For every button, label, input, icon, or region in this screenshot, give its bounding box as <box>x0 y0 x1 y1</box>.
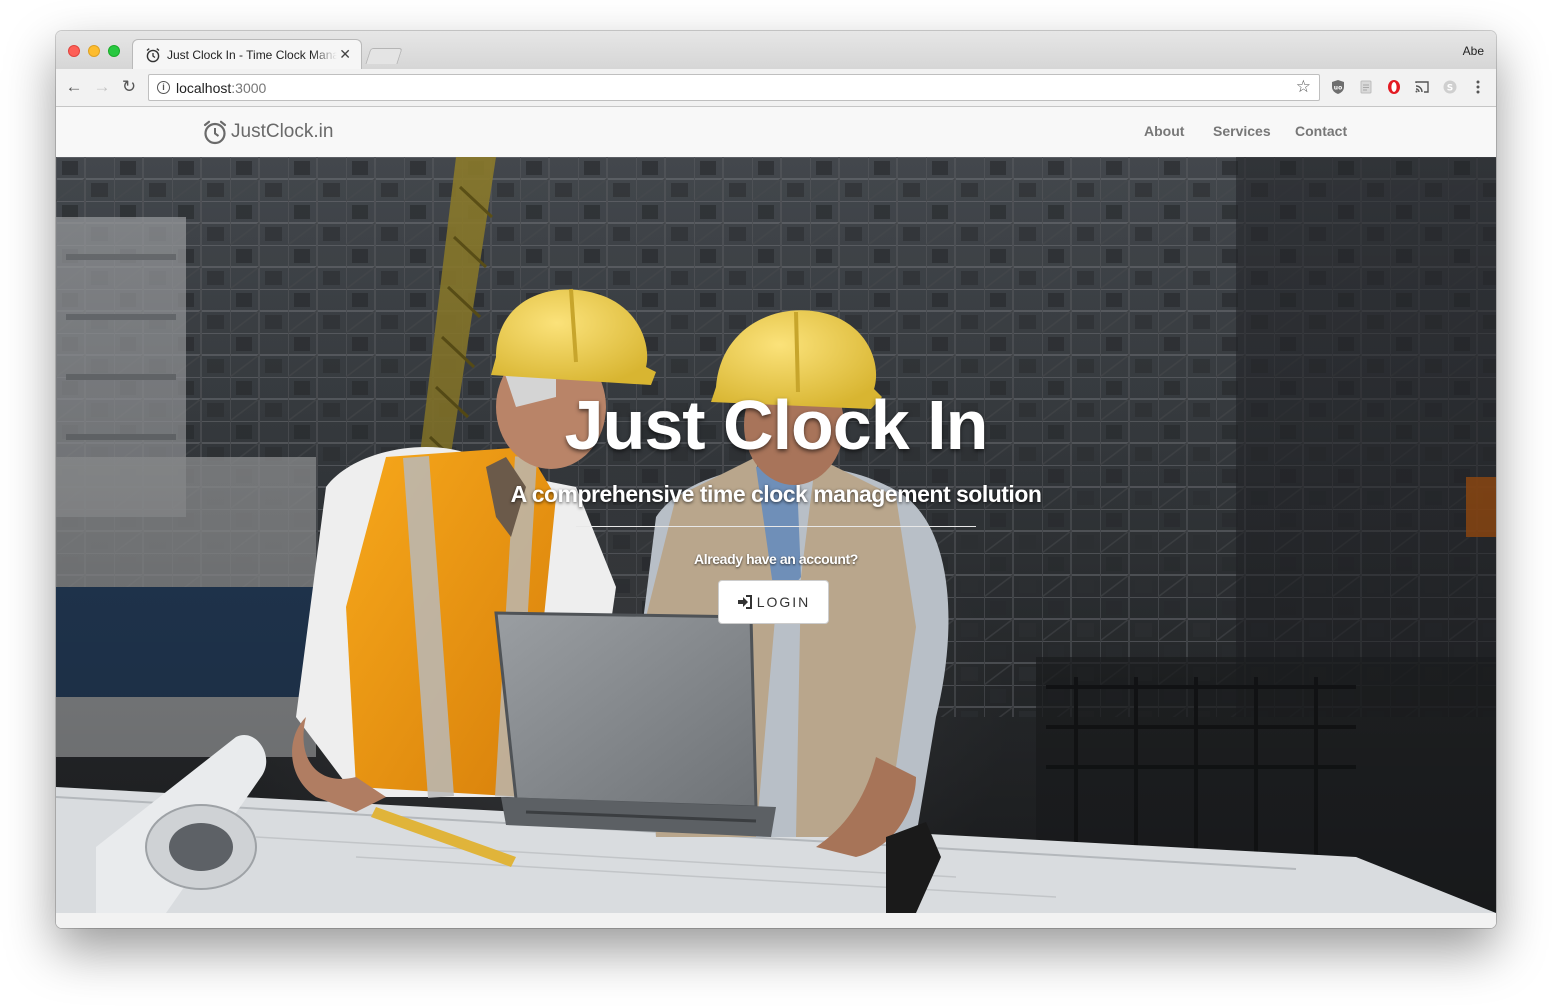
svg-text:uo: uo <box>1334 85 1342 92</box>
tab-title: Just Clock In - Time Clock Management <box>167 48 337 62</box>
site-logo[interactable]: JustClock.in <box>202 118 333 146</box>
site-navbar: JustClock.in About Services Contact <box>56 107 1496 158</box>
login-button[interactable]: LOGIN <box>718 580 829 624</box>
nav-link-about[interactable]: About <box>1144 123 1184 139</box>
close-window-button[interactable] <box>68 45 80 57</box>
hero-subtitle: A comprehensive time clock management so… <box>510 481 1042 507</box>
nav-link-contact[interactable]: Contact <box>1295 123 1347 139</box>
web-page: JustClock.in About Services Contact Just… <box>56 107 1496 928</box>
page-bottom-strip <box>56 913 1496 928</box>
skype-icon[interactable]: S <box>1442 79 1458 95</box>
svg-text:S: S <box>1447 84 1453 94</box>
shield-extension-icon[interactable]: uo <box>1330 79 1346 95</box>
browser-tab-active[interactable]: Just Clock In - Time Clock Management ✕ <box>132 39 362 70</box>
address-bar[interactable]: i localhost:3000 ☆ <box>148 74 1320 101</box>
logo-text: JustClock.in <box>231 121 334 142</box>
alarm-clock-icon <box>203 120 227 145</box>
profile-name[interactable]: Abe <box>1463 44 1484 58</box>
reload-icon[interactable]: ↻ <box>119 77 139 97</box>
hero-content: Just Clock In A comprehensive time clock… <box>56 157 1496 913</box>
tab-close-icon[interactable]: ✕ <box>339 46 351 63</box>
sign-in-icon <box>737 595 752 609</box>
bookmark-star-icon[interactable]: ☆ <box>1296 77 1311 97</box>
browser-toolbar: ← → ↻ i localhost:3000 ☆ uo S <box>56 69 1496 107</box>
maximize-window-button[interactable] <box>108 45 120 57</box>
nav-link-services[interactable]: Services <box>1213 123 1271 139</box>
new-tab-button[interactable] <box>365 48 403 64</box>
browser-window: Just Clock In - Time Clock Management ✕ … <box>56 31 1496 928</box>
hero-divider <box>576 526 976 527</box>
browser-tab-strip: Just Clock In - Time Clock Management ✕ … <box>56 31 1496 70</box>
account-prompt: Already have an account? <box>694 551 858 567</box>
opera-icon[interactable] <box>1386 79 1402 95</box>
info-icon[interactable]: i <box>157 81 170 94</box>
login-label: LOGIN <box>756 594 811 610</box>
alarm-clock-icon <box>146 48 160 63</box>
more-menu-icon[interactable] <box>1470 79 1486 95</box>
cast-icon[interactable] <box>1414 79 1430 95</box>
hero-title: Just Clock In <box>564 386 989 464</box>
url-text[interactable]: localhost:3000 <box>176 80 266 96</box>
back-arrow-icon[interactable]: ← <box>64 77 84 97</box>
document-extension-icon[interactable] <box>1358 79 1374 95</box>
forward-arrow-icon[interactable]: → <box>92 77 112 97</box>
minimize-window-button[interactable] <box>88 45 100 57</box>
hero-section: Just Clock In A comprehensive time clock… <box>56 157 1496 913</box>
